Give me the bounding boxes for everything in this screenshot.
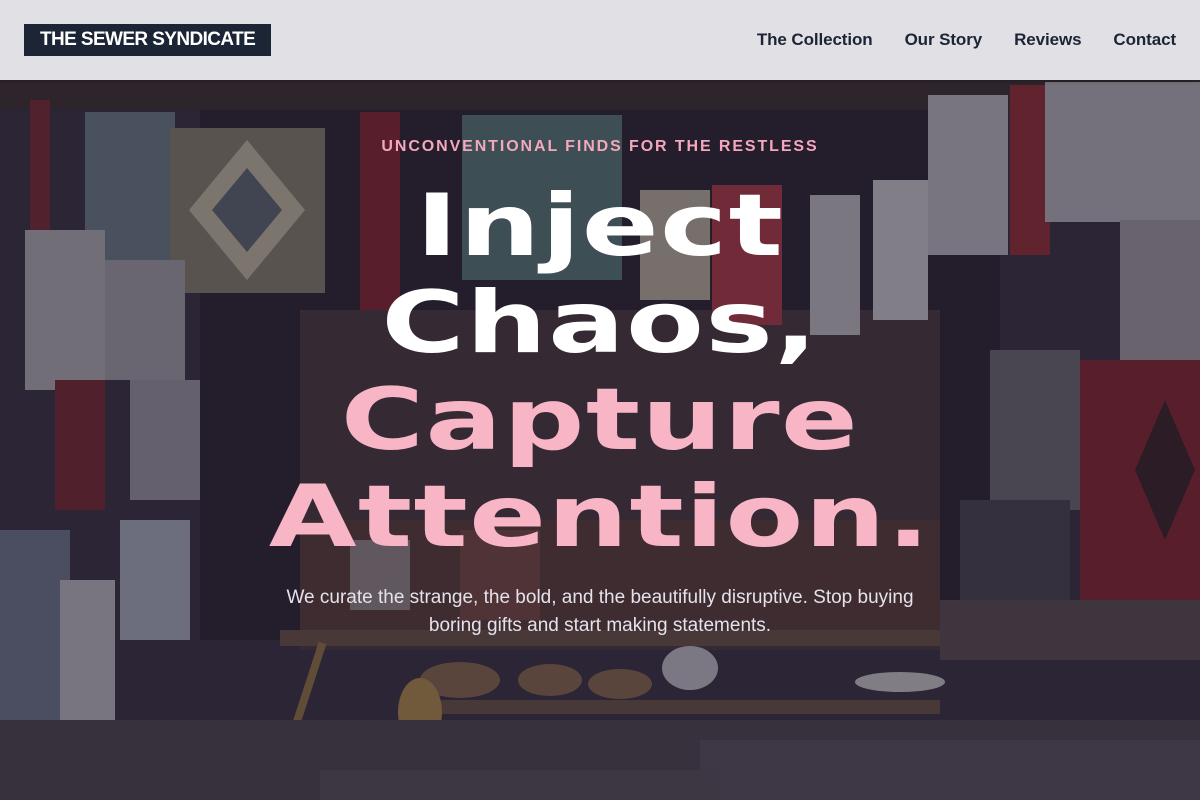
site-header: THE SEWER SYNDICATE The Collection Our S… <box>0 0 1200 80</box>
hero-eyebrow: UNCONVENTIONAL FINDS FOR THE RESTLESS <box>381 138 819 155</box>
headline-line-inject: Inject <box>415 176 785 276</box>
page: THE SEWER SYNDICATE The Collection Our S… <box>0 0 1200 800</box>
headline-line-chaos: Chaos, <box>381 273 819 373</box>
nav-link-contact[interactable]: Contact <box>1113 30 1176 50</box>
headline-line-attention: Attention. <box>268 467 932 567</box>
headline-line-capture: Capture <box>340 370 860 470</box>
nav-link-the-collection[interactable]: The Collection <box>757 30 873 50</box>
site-logo[interactable]: THE SEWER SYNDICATE <box>24 24 272 56</box>
hero-subtitle: We curate the strange, the bold, and the… <box>286 587 914 636</box>
hero-headline: Inject Chaos, Capture Attention. <box>0 178 1200 566</box>
nav-link-reviews[interactable]: Reviews <box>1014 30 1081 50</box>
main-nav: The Collection Our Story Reviews Contact <box>757 0 1176 80</box>
hero-section: UNCONVENTIONAL FINDS FOR THE RESTLESS In… <box>0 80 1200 800</box>
nav-link-our-story[interactable]: Our Story <box>905 30 983 50</box>
